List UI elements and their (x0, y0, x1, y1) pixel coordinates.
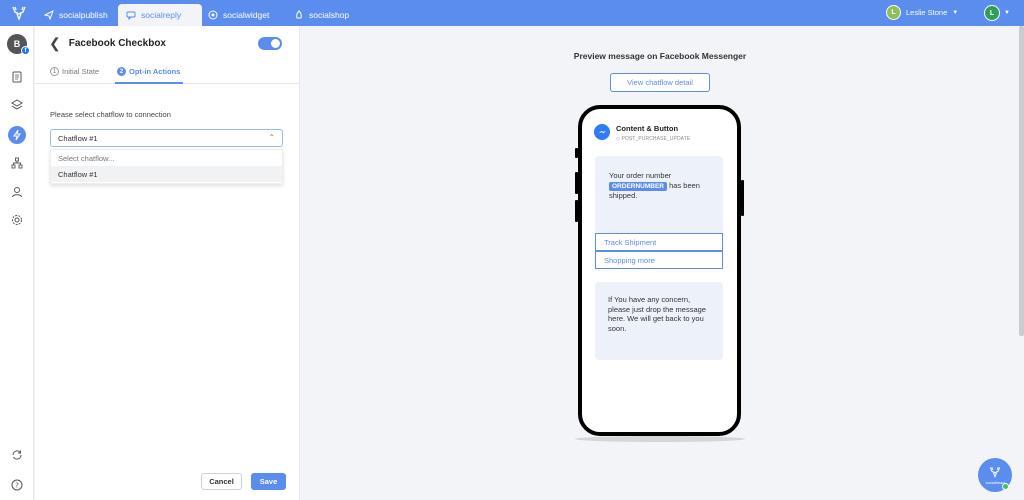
view-chatflow-detail-button[interactable]: View chatflow detail (610, 73, 710, 92)
nav-tab-label: socialwidget (223, 10, 270, 20)
save-button[interactable]: Save (251, 473, 286, 490)
cancel-button[interactable]: Cancel (201, 473, 242, 490)
phone-side-button (741, 180, 744, 216)
step-tabs: 1 Initial State 2 Opt-in Actions (35, 59, 300, 84)
panel-title: Facebook Checkbox (68, 37, 166, 49)
svg-text:?: ? (15, 482, 19, 490)
user-menu[interactable]: L Leslie Stone ▼ (886, 5, 958, 20)
chevron-down-icon: ▼ (1004, 10, 1010, 16)
message-tag-label: POST_PURCHASE_UPDATE (621, 136, 691, 142)
settings-panel: ❮ Facebook Checkbox 1 Initial State 2 Op… (35, 26, 300, 500)
online-status-dot (1002, 483, 1009, 490)
step-number: 1 (50, 67, 59, 76)
antler-logo-icon[interactable] (10, 4, 28, 22)
settings-icon[interactable] (8, 211, 26, 229)
panel-header: ❮ Facebook Checkbox (49, 36, 166, 50)
chatflow-select[interactable]: Chatflow #1 ⌃ (50, 129, 283, 147)
enable-toggle[interactable] (258, 37, 282, 50)
phone-shadow (575, 436, 745, 442)
message-tag: ◇ POST_PURCHASE_UPDATE (616, 136, 690, 142)
account-avatar: L (984, 5, 1000, 21)
sync-icon[interactable] (8, 446, 26, 464)
concern-message-text: If You have any concern, please just dro… (608, 295, 706, 333)
chevron-down-icon: ▼ (952, 9, 959, 16)
messenger-icon (594, 124, 610, 140)
tab-opt-in-actions[interactable]: 2 Opt-in Actions (117, 67, 180, 76)
layers-icon[interactable] (8, 96, 26, 114)
tab-initial-state[interactable]: 1 Initial State (50, 67, 99, 76)
antler-logo-icon (989, 467, 1001, 479)
nav-tab-socialpublish[interactable]: socialpublish (36, 4, 116, 26)
nav-tab-socialwidget[interactable]: socialwidget (200, 4, 277, 26)
shopping-more-button[interactable]: Shopping more (595, 251, 723, 269)
bolt-icon[interactable] (8, 126, 26, 144)
user-name: Leslie Stone (906, 8, 948, 17)
shop-icon (296, 10, 302, 19)
message-title: Content & Button (616, 124, 679, 133)
dropdown-option-chatflow-1[interactable]: Chatflow #1 (51, 166, 282, 182)
order-number-chip: ORDERNUMBER (609, 182, 667, 191)
nav-tab-label: socialreply (141, 10, 182, 20)
top-nav: socialpublish socialreply socialwidget s… (0, 0, 1024, 26)
nav-tab-label: socialshop (309, 10, 350, 20)
help-icon[interactable]: ? (8, 476, 26, 494)
chatflow-prompt: Please select chatflow to connection (50, 110, 171, 119)
track-shipment-button[interactable]: Track Shipment (595, 233, 723, 251)
send-icon (44, 10, 54, 20)
step-number: 2 (117, 67, 126, 76)
document-icon[interactable] (8, 68, 26, 86)
order-text-pre: Your order number (609, 171, 672, 180)
user-avatar: L (886, 5, 901, 20)
account-menu[interactable]: L ▼ (984, 5, 1010, 21)
scrollbar[interactable] (1019, 26, 1024, 336)
order-message-text: Your order number ORDERNUMBER has been s… (609, 171, 719, 201)
sidebar: B f ? (0, 26, 34, 500)
phone-mockup (578, 105, 741, 436)
nav-tab-label: socialpublish (59, 10, 108, 20)
message-header: Content & Button ◇ POST_PURCHASE_UPDATE (594, 124, 690, 142)
user-icon[interactable] (8, 183, 26, 201)
sitemap-icon[interactable] (8, 154, 26, 172)
chatflow-dropdown: Select chatflow... Chatflow #1 (50, 149, 283, 184)
preview-title: Preview message on Facebook Messenger (573, 51, 747, 61)
chat-icon (126, 11, 136, 20)
chevron-up-icon: ⌃ (268, 133, 275, 142)
widget-icon (208, 10, 218, 20)
step-label: Initial State (62, 67, 100, 76)
nav-tab-socialshop[interactable]: socialshop (286, 4, 357, 26)
active-tab-indicator (115, 82, 183, 84)
select-value: Chatflow #1 (58, 133, 98, 143)
step-label: Opt-in Actions (129, 67, 181, 76)
dropdown-placeholder[interactable]: Select chatflow... (51, 150, 282, 166)
facebook-badge-icon: f (21, 46, 30, 55)
nav-tab-socialreply[interactable]: socialreply (118, 4, 202, 26)
back-arrow-icon[interactable]: ❮ (49, 36, 61, 50)
tag-icon: ◇ (616, 136, 620, 142)
